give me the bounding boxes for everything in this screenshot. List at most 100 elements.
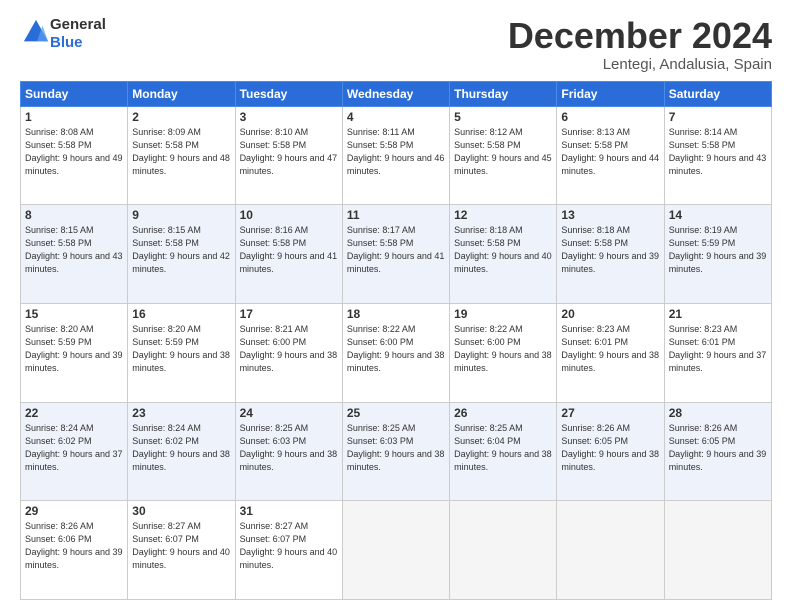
day-number: 30 <box>132 504 230 518</box>
day-info: Sunrise: 8:17 AMSunset: 5:58 PMDaylight:… <box>347 225 445 274</box>
day-number: 5 <box>454 110 552 124</box>
day-number: 12 <box>454 208 552 222</box>
day-info: Sunrise: 8:15 AMSunset: 5:58 PMDaylight:… <box>132 225 230 274</box>
calendar-day-cell: 29Sunrise: 8:26 AMSunset: 6:06 PMDayligh… <box>21 501 128 600</box>
day-info: Sunrise: 8:16 AMSunset: 5:58 PMDaylight:… <box>240 225 338 274</box>
day-info: Sunrise: 8:23 AMSunset: 6:01 PMDaylight:… <box>561 324 659 373</box>
day-number: 8 <box>25 208 123 222</box>
day-info: Sunrise: 8:27 AMSunset: 6:07 PMDaylight:… <box>240 521 338 570</box>
calendar-day-cell: 17 Sunrise: 8:21 AMSunset: 6:00 PMDayligh… <box>235 303 342 402</box>
calendar-day-cell: 18 Sunrise: 8:22 AMSunset: 6:00 PMDayligh… <box>342 303 449 402</box>
day-info: Sunrise: 8:21 AMSunset: 6:00 PMDaylight:… <box>240 324 338 373</box>
day-number: 10 <box>240 208 338 222</box>
day-number: 14 <box>669 208 767 222</box>
day-number: 27 <box>561 406 659 420</box>
calendar-day-cell: 13Sunrise: 8:18 AMSunset: 5:58 PMDayligh… <box>557 205 664 304</box>
day-number: 19 <box>454 307 552 321</box>
calendar-day-cell: 2 Sunrise: 8:09 AMSunset: 5:58 PMDaylight… <box>128 106 235 205</box>
day-info: Sunrise: 8:22 AMSunset: 6:00 PMDaylight:… <box>347 324 445 373</box>
day-info: Sunrise: 8:09 AMSunset: 5:58 PMDaylight:… <box>132 127 230 176</box>
day-info: Sunrise: 8:11 AMSunset: 5:58 PMDaylight:… <box>347 127 445 176</box>
col-header-sunday: Sunday <box>21 81 128 106</box>
day-number: 22 <box>25 406 123 420</box>
calendar-day-cell: 27 Sunrise: 8:26 AMSunset: 6:05 PMDayligh… <box>557 402 664 501</box>
page: General Blue December 2024 Lentegi, Anda… <box>0 0 792 612</box>
calendar-table: SundayMondayTuesdayWednesdayThursdayFrid… <box>20 81 772 600</box>
day-info: Sunrise: 8:08 AMSunset: 5:58 PMDaylight:… <box>25 127 123 176</box>
day-number: 28 <box>669 406 767 420</box>
calendar-empty-cell <box>342 501 449 600</box>
calendar-week-row: 22 Sunrise: 8:24 AMSunset: 6:02 PMDayligh… <box>21 402 772 501</box>
calendar-day-cell: 4 Sunrise: 8:11 AMSunset: 5:58 PMDaylight… <box>342 106 449 205</box>
logo-text: General Blue <box>50 16 106 52</box>
day-number: 25 <box>347 406 445 420</box>
day-number: 16 <box>132 307 230 321</box>
calendar-day-cell: 20 Sunrise: 8:23 AMSunset: 6:01 PMDayligh… <box>557 303 664 402</box>
day-number: 23 <box>132 406 230 420</box>
calendar-day-cell: 21 Sunrise: 8:23 AMSunset: 6:01 PMDayligh… <box>664 303 771 402</box>
day-number: 18 <box>347 307 445 321</box>
calendar-day-cell: 5 Sunrise: 8:12 AMSunset: 5:58 PMDaylight… <box>450 106 557 205</box>
col-header-thursday: Thursday <box>450 81 557 106</box>
day-number: 15 <box>25 307 123 321</box>
day-number: 2 <box>132 110 230 124</box>
col-header-friday: Friday <box>557 81 664 106</box>
day-number: 20 <box>561 307 659 321</box>
col-header-saturday: Saturday <box>664 81 771 106</box>
location-subtitle: Lentegi, Andalusia, Spain <box>508 56 772 73</box>
calendar-day-cell: 11Sunrise: 8:17 AMSunset: 5:58 PMDayligh… <box>342 205 449 304</box>
day-info: Sunrise: 8:18 AMSunset: 5:58 PMDaylight:… <box>561 225 659 274</box>
calendar-day-cell: 1 Sunrise: 8:08 AMSunset: 5:58 PMDaylight… <box>21 106 128 205</box>
day-number: 1 <box>25 110 123 124</box>
day-number: 21 <box>669 307 767 321</box>
calendar-day-cell: 8 Sunrise: 8:15 AMSunset: 5:58 PMDaylight… <box>21 205 128 304</box>
day-info: Sunrise: 8:15 AMSunset: 5:58 PMDaylight:… <box>25 225 123 274</box>
day-info: Sunrise: 8:12 AMSunset: 5:58 PMDaylight:… <box>454 127 552 176</box>
calendar-day-cell: 28Sunrise: 8:26 AMSunset: 6:05 PMDayligh… <box>664 402 771 501</box>
day-info: Sunrise: 8:25 AMSunset: 6:04 PMDaylight:… <box>454 423 552 472</box>
calendar-day-cell: 31 Sunrise: 8:27 AMSunset: 6:07 PMDayligh… <box>235 501 342 600</box>
day-number: 31 <box>240 504 338 518</box>
title-area: December 2024 Lentegi, Andalusia, Spain <box>508 16 772 73</box>
col-header-tuesday: Tuesday <box>235 81 342 106</box>
day-info: Sunrise: 8:13 AMSunset: 5:58 PMDaylight:… <box>561 127 659 176</box>
calendar-empty-cell <box>450 501 557 600</box>
day-number: 17 <box>240 307 338 321</box>
calendar-day-cell: 23 Sunrise: 8:24 AMSunset: 6:02 PMDayligh… <box>128 402 235 501</box>
day-number: 7 <box>669 110 767 124</box>
day-info: Sunrise: 8:23 AMSunset: 6:01 PMDaylight:… <box>669 324 767 373</box>
day-info: Sunrise: 8:24 AMSunset: 6:02 PMDaylight:… <box>25 423 123 472</box>
calendar-day-cell: 16Sunrise: 8:20 AMSunset: 5:59 PMDayligh… <box>128 303 235 402</box>
calendar-day-cell: 24 Sunrise: 8:25 AMSunset: 6:03 PMDayligh… <box>235 402 342 501</box>
day-info: Sunrise: 8:22 AMSunset: 6:00 PMDaylight:… <box>454 324 552 373</box>
calendar-day-cell: 14Sunrise: 8:19 AMSunset: 5:59 PMDayligh… <box>664 205 771 304</box>
calendar-empty-cell <box>664 501 771 600</box>
calendar-day-cell: 19 Sunrise: 8:22 AMSunset: 6:00 PMDayligh… <box>450 303 557 402</box>
calendar-day-cell: 9 Sunrise: 8:15 AMSunset: 5:58 PMDaylight… <box>128 205 235 304</box>
calendar-day-cell: 22 Sunrise: 8:24 AMSunset: 6:02 PMDayligh… <box>21 402 128 501</box>
day-info: Sunrise: 8:26 AMSunset: 6:05 PMDaylight:… <box>561 423 659 472</box>
calendar-day-cell: 26 Sunrise: 8:25 AMSunset: 6:04 PMDayligh… <box>450 402 557 501</box>
logo: General Blue <box>20 16 106 52</box>
day-number: 24 <box>240 406 338 420</box>
calendar-header-row: SundayMondayTuesdayWednesdayThursdayFrid… <box>21 81 772 106</box>
day-info: Sunrise: 8:25 AMSunset: 6:03 PMDaylight:… <box>240 423 338 472</box>
day-info: Sunrise: 8:18 AMSunset: 5:58 PMDaylight:… <box>454 225 552 274</box>
calendar-empty-cell <box>557 501 664 600</box>
day-number: 29 <box>25 504 123 518</box>
calendar-week-row: 15 Sunrise: 8:20 AMSunset: 5:59 PMDayligh… <box>21 303 772 402</box>
day-info: Sunrise: 8:24 AMSunset: 6:02 PMDaylight:… <box>132 423 230 472</box>
calendar-day-cell: 12 Sunrise: 8:18 AMSunset: 5:58 PMDayligh… <box>450 205 557 304</box>
day-number: 3 <box>240 110 338 124</box>
header: General Blue December 2024 Lentegi, Anda… <box>20 16 772 73</box>
day-number: 9 <box>132 208 230 222</box>
day-number: 26 <box>454 406 552 420</box>
calendar-day-cell: 10 Sunrise: 8:16 AMSunset: 5:58 PMDayligh… <box>235 205 342 304</box>
calendar-day-cell: 3Sunrise: 8:10 AMSunset: 5:58 PMDaylight… <box>235 106 342 205</box>
day-number: 4 <box>347 110 445 124</box>
calendar-day-cell: 15 Sunrise: 8:20 AMSunset: 5:59 PMDayligh… <box>21 303 128 402</box>
calendar-day-cell: 30Sunrise: 8:27 AMSunset: 6:07 PMDayligh… <box>128 501 235 600</box>
day-info: Sunrise: 8:25 AMSunset: 6:03 PMDaylight:… <box>347 423 445 472</box>
logo-icon <box>22 18 50 46</box>
day-info: Sunrise: 8:20 AMSunset: 5:59 PMDaylight:… <box>25 324 123 373</box>
